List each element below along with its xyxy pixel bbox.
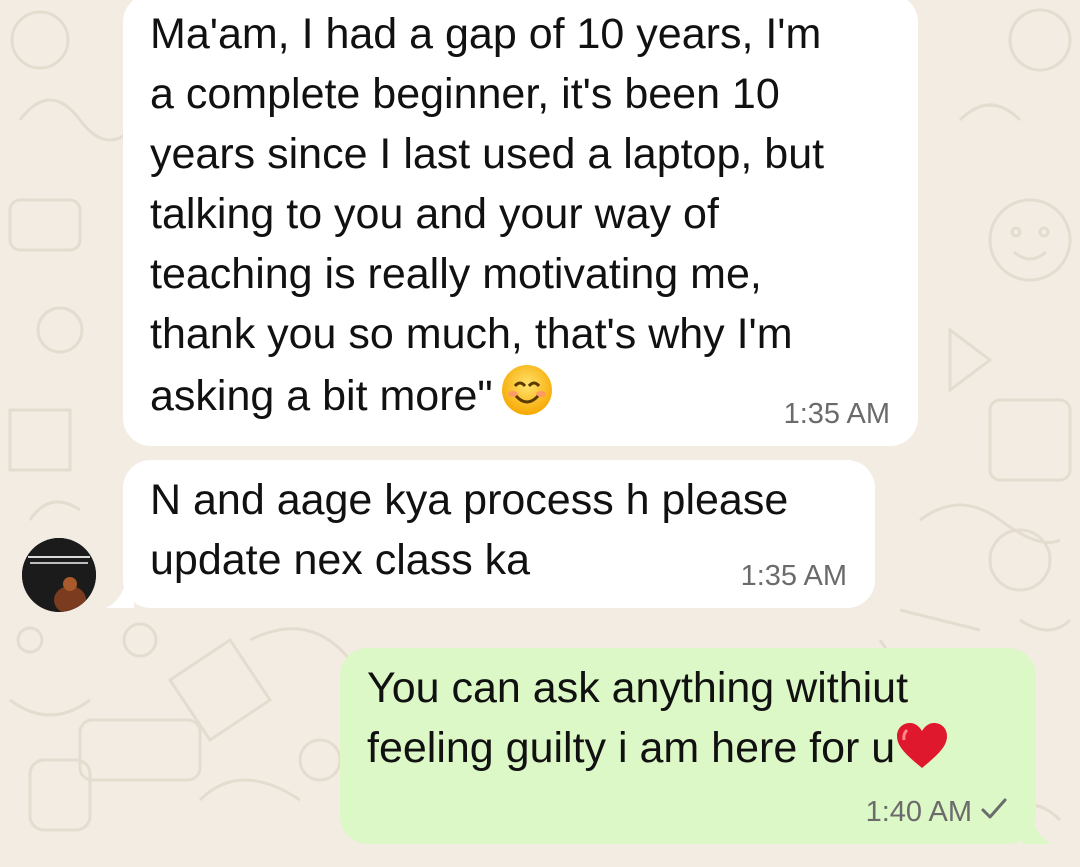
bubble-tail [106,580,134,608]
message-timestamp: 1:40 AM [865,796,972,828]
message-bubble-incoming[interactable]: N and aage kya process h please update n… [123,460,875,608]
sender-avatar[interactable] [22,538,96,612]
message-text: You can ask anything withiut feeling gui… [367,658,1010,786]
red-heart-icon [895,722,949,786]
message-bubble-outgoing[interactable]: You can ask anything withiut feeling gui… [340,648,1036,844]
smiling-face-icon [501,364,553,432]
message-meta: 1:40 AM [866,796,1008,828]
message-meta: 1:35 AM [784,398,890,430]
avatar-image [22,538,96,612]
message-timestamp: 1:35 AM [740,560,847,592]
message-timestamp: 1:35 AM [783,398,890,430]
message-bubble-incoming[interactable]: Ma'am, I had a gap of 10 years, I'm a co… [123,0,918,446]
message-text: Ma'am, I had a gap of 10 years, I'm a co… [150,4,892,432]
single-check-icon [980,796,1008,828]
message-meta: 1:35 AM [741,560,847,592]
bubble-tail [1022,816,1052,844]
